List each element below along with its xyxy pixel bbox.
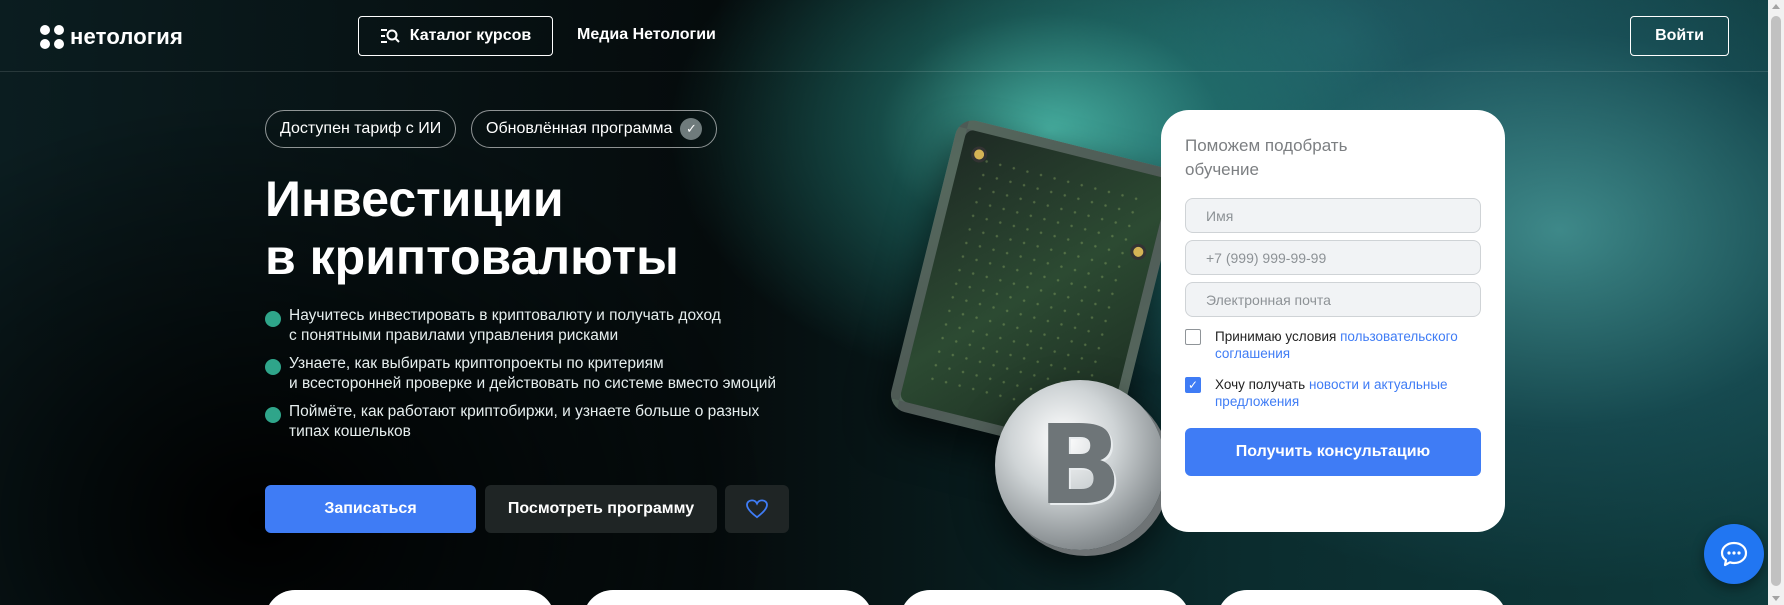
catalog-label: Каталог курсов <box>409 27 532 44</box>
logo-text: нетология <box>70 24 184 49</box>
benefit-item: Поймёте, как работают криптобиржи, и узн… <box>265 402 825 442</box>
coin-symbol: B <box>1038 401 1122 529</box>
news-row: ✓ Хочу получать новости и актуальные пре… <box>1185 376 1485 410</box>
page-title: Инвестиции в криптовалюты <box>265 170 825 286</box>
tag-updated-program: Обновлённая программа ✓ <box>471 110 718 148</box>
scroll-thumb[interactable] <box>1771 16 1781 586</box>
get-consultation-button[interactable]: Получить консультацию <box>1185 428 1481 476</box>
title-line-2: в криптовалюты <box>265 229 679 285</box>
terms-checkbox[interactable] <box>1185 329 1201 345</box>
bullet-dot-icon <box>265 359 281 375</box>
verified-check-icon: ✓ <box>680 118 703 140</box>
program-card[interactable] <box>265 590 555 605</box>
terms-row: Принимаю условия пользовательского согла… <box>1185 328 1485 362</box>
program-card[interactable] <box>900 590 1190 605</box>
form-title: Поможем подобрать обучение <box>1185 136 1348 179</box>
bullet-dot-icon <box>265 407 281 423</box>
program-card[interactable] <box>583 590 873 605</box>
bullet-dot-icon <box>265 311 281 327</box>
view-program-button[interactable]: Посмотреть программу <box>485 485 717 533</box>
news-checkbox[interactable]: ✓ <box>1185 377 1201 393</box>
tag-label: Обновлённая программа <box>486 120 673 137</box>
crypto-illustration: B <box>850 116 1183 550</box>
heart-icon <box>746 499 768 519</box>
catalog-button[interactable]: Каталог курсов <box>358 16 553 56</box>
media-link[interactable]: Медиа Нетологии <box>577 26 716 44</box>
benefit-item: Узнаете, как выбирать криптопроекты по к… <box>265 354 825 394</box>
program-card[interactable] <box>1217 590 1507 605</box>
name-field[interactable] <box>1185 198 1481 233</box>
news-text: Хочу получать <box>1215 377 1309 392</box>
email-field[interactable] <box>1185 282 1481 317</box>
chat-bubble-icon <box>1720 541 1748 567</box>
title-line-1: Инвестиции <box>265 171 564 227</box>
news-label: Хочу получать новости и актуальные предл… <box>1215 376 1485 410</box>
benefit-text: Узнаете, как выбирать криптопроекты по к… <box>289 355 777 392</box>
page-scrollbar[interactable] <box>1768 0 1784 605</box>
favorite-button[interactable] <box>725 485 789 533</box>
scroll-down-arrow-icon[interactable] <box>1772 596 1780 601</box>
logo[interactable]: нетология <box>40 24 183 50</box>
consultation-form: Поможем подобрать обучение Принимаю усло… <box>1161 110 1505 532</box>
bitcoin-coin-icon: B <box>995 380 1165 550</box>
benefits-list: Научитесь инвестировать в криптовалюту и… <box>265 306 825 450</box>
site-header: нетология Каталог курсов Медиа Нетологии… <box>0 0 1768 72</box>
login-button[interactable]: Войти <box>1630 16 1729 56</box>
chat-button[interactable] <box>1704 524 1764 584</box>
phone-field[interactable] <box>1185 240 1481 275</box>
enroll-button[interactable]: Записаться <box>265 485 476 533</box>
terms-label: Принимаю условия пользовательского согла… <box>1215 328 1485 362</box>
terms-text: Принимаю условия <box>1215 329 1341 344</box>
page: нетология Каталог курсов Медиа Нетологии… <box>0 0 1768 605</box>
tag-label: Доступен тариф с ИИ <box>280 120 442 137</box>
scroll-up-arrow-icon[interactable] <box>1772 4 1780 9</box>
netology-logo-icon <box>40 25 64 49</box>
benefit-text: Научитесь инвестировать в криптовалюту и… <box>289 307 721 344</box>
benefit-text: Поймёте, как работают криптобиржи, и узн… <box>289 403 760 440</box>
catalog-search-icon <box>380 29 400 43</box>
benefit-item: Научитесь инвестировать в криптовалюту и… <box>265 306 825 346</box>
tag-ai-tariff: Доступен тариф с ИИ <box>265 110 457 148</box>
